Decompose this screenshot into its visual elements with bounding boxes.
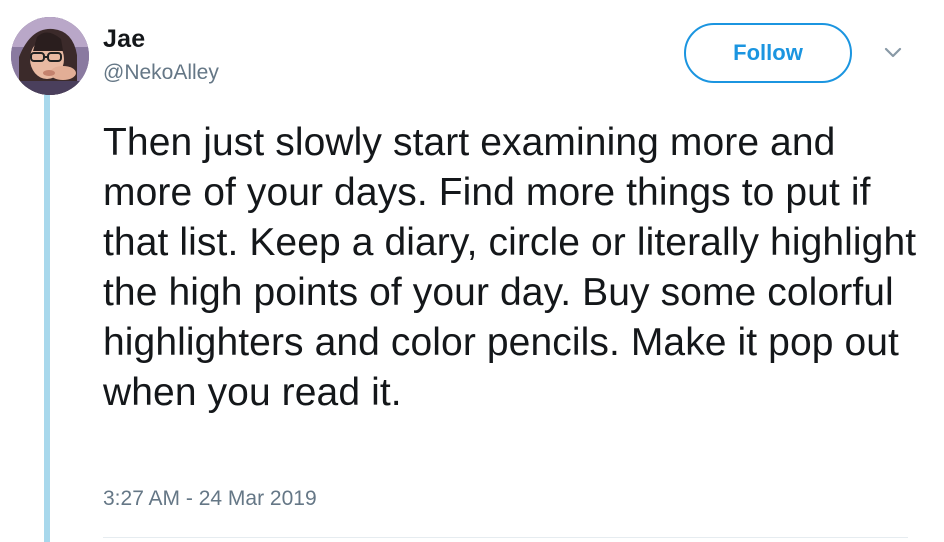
follow-button[interactable]: Follow — [684, 23, 852, 83]
tweet-card: Jae @NekoAlley Follow Then just slowly s… — [0, 0, 944, 542]
chevron-down-icon — [884, 47, 902, 58]
tweet-menu-button[interactable] — [878, 38, 908, 68]
avatar[interactable] — [11, 17, 89, 95]
avatar-photo — [11, 17, 89, 95]
thread-connector-line — [44, 94, 50, 542]
author-name[interactable]: Jae — [103, 25, 145, 54]
divider — [103, 537, 908, 538]
tweet-timestamp[interactable]: 3:27 AM - 24 Mar 2019 — [103, 487, 317, 511]
author-handle[interactable]: @NekoAlley — [103, 61, 219, 85]
tweet-text: Then just slowly start examining more an… — [103, 121, 917, 414]
